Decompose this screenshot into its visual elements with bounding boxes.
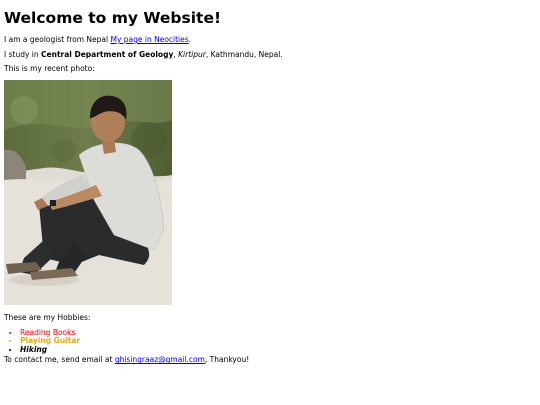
neocities-link[interactable]: My page in Neocities — [110, 35, 188, 44]
contact-suffix: , Thankyou! — [204, 355, 250, 365]
contact-paragraph: To contact me, send email at ghisingraaz… — [4, 355, 534, 365]
place-name: Kirtipur — [178, 49, 206, 59]
page-title: Welcome to my Website! — [4, 9, 222, 27]
hobby-item-guitar: Playing Guitar — [20, 336, 534, 346]
study-suffix: , Kathmandu, Nepal. — [205, 49, 283, 59]
profile-photo — [4, 79, 172, 305]
intro-suffix: . — [188, 35, 192, 44]
hobby-item-reading: Reading Books — [20, 328, 534, 338]
email-link[interactable]: ghisingraaz@gmail.com — [115, 355, 205, 364]
hobby-item-hiking: Hiking — [20, 345, 534, 355]
department-name: Central Department of Geology — [41, 49, 174, 59]
intro-text: I am a geologist from Nepal — [4, 35, 111, 44]
photo-caption: This is my recent photo: — [4, 64, 95, 74]
hobbies-heading: These are my Hobbies: — [4, 312, 91, 322]
study-text: I study in — [4, 49, 42, 59]
intro-paragraph: I am a geologist from Nepal My page in N… — [4, 35, 534, 45]
study-paragraph: I study in Central Department of Geology… — [4, 49, 534, 60]
page-body: Welcome to my Website! I am a geologist … — [4, 0, 534, 365]
hobbies-list: Reading Books Playing Guitar Hiking — [4, 328, 534, 355]
contact-text: To contact me, send email at — [4, 355, 115, 365]
